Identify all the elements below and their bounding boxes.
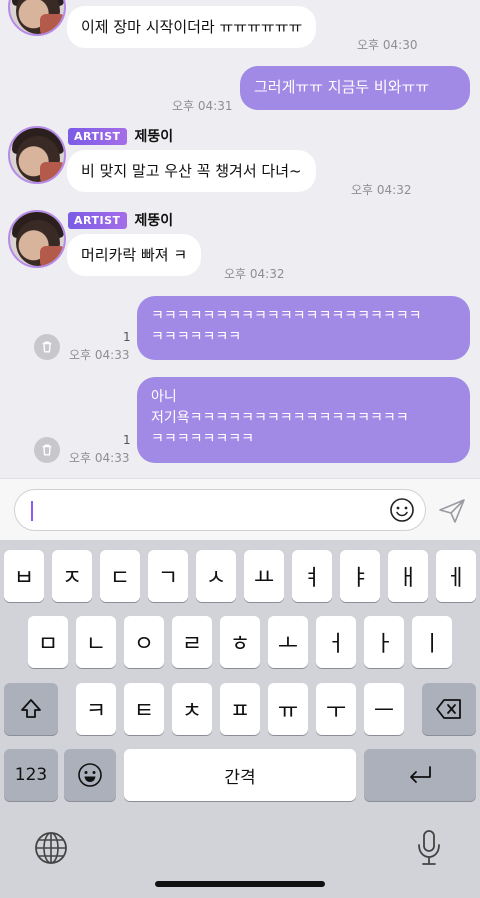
key[interactable]: ㅋ bbox=[76, 683, 116, 735]
key[interactable]: ㅁ bbox=[28, 616, 68, 668]
artist-avatar[interactable] bbox=[8, 126, 66, 184]
artist-avatar[interactable] bbox=[8, 210, 66, 268]
artist-badge: ARTIST bbox=[68, 127, 127, 145]
return-key[interactable] bbox=[364, 749, 476, 801]
key[interactable]: ㅕ bbox=[292, 550, 332, 602]
key[interactable]: ㄱ bbox=[148, 550, 188, 602]
incoming-message[interactable]: 이제 장마 시작이더라 ㅠㅠㅠㅠㅠㅠ bbox=[67, 6, 317, 48]
emoji-icon[interactable] bbox=[389, 497, 415, 523]
incoming-message[interactable]: 비 맞지 말고 우산 꼭 챙겨서 다녀~ bbox=[67, 150, 316, 192]
microphone-icon[interactable] bbox=[414, 828, 444, 868]
chat-area[interactable]: 이제 장마 시작이더라 ㅠㅠㅠㅠㅠㅠ 오후 04:30 오후 04:31 그러게… bbox=[0, 0, 480, 478]
artist-name: 제뚱이 bbox=[134, 129, 174, 145]
text-caret bbox=[31, 501, 33, 521]
key[interactable]: ㅠ bbox=[268, 683, 308, 735]
key[interactable]: ㅜ bbox=[316, 683, 356, 735]
key[interactable]: ㅡ bbox=[364, 683, 404, 735]
backspace-key[interactable] bbox=[422, 683, 476, 735]
key[interactable]: ㅑ bbox=[340, 550, 380, 602]
message-time: 오후 04:33 bbox=[69, 451, 130, 465]
incoming-message[interactable]: 머리카락 빠져 ㅋ bbox=[67, 234, 202, 276]
key[interactable]: ㅏ bbox=[364, 616, 404, 668]
key[interactable]: ㅂ bbox=[4, 550, 44, 602]
artist-avatar[interactable] bbox=[8, 0, 66, 36]
home-indicator bbox=[155, 881, 325, 887]
message-input[interactable] bbox=[14, 489, 426, 531]
key[interactable]: ㅎ bbox=[220, 616, 260, 668]
key[interactable]: ㅓ bbox=[316, 616, 356, 668]
key[interactable]: ㄴ bbox=[76, 616, 116, 668]
unread-count: 1 bbox=[123, 330, 131, 344]
artist-name: 제뚱이 bbox=[134, 213, 174, 229]
emoji-icon bbox=[78, 763, 102, 787]
message-time: 오후 04:32 bbox=[351, 183, 412, 197]
numbers-key[interactable]: 123 bbox=[4, 749, 58, 801]
key[interactable]: ㅣ bbox=[412, 616, 452, 668]
key[interactable]: ㅈ bbox=[52, 550, 92, 602]
globe-icon[interactable] bbox=[33, 830, 69, 866]
trash-icon[interactable] bbox=[34, 437, 60, 463]
key[interactable]: ㅇ bbox=[124, 616, 164, 668]
key[interactable]: ㅗ bbox=[268, 616, 308, 668]
key[interactable]: ㅛ bbox=[244, 550, 284, 602]
keyboard: ㅂ ㅈ ㄷ ㄱ ㅅ ㅛ ㅕ ㅑ ㅐ ㅔ ㅁ ㄴ ㅇ ㄹ ㅎ ㅗ ㅓ ㅏ ㅣ ㅋ … bbox=[0, 540, 480, 898]
return-icon bbox=[410, 766, 431, 783]
artist-badge: ARTIST bbox=[68, 211, 127, 229]
key[interactable]: ㄹ bbox=[172, 616, 212, 668]
outgoing-message[interactable]: 아니 저기욕ㅋㅋㅋㅋㅋㅋㅋㅋㅋㅋㅋㅋㅋㅋㅋㅋㅋ ㅋㅋㅋㅋㅋㅋㅋㅋ bbox=[137, 377, 470, 463]
key[interactable]: ㅐ bbox=[388, 550, 428, 602]
trash-icon[interactable] bbox=[34, 334, 60, 360]
key[interactable]: ㅅ bbox=[196, 550, 236, 602]
message-time: 오후 04:31 bbox=[172, 99, 233, 113]
unread-count: 1 bbox=[123, 433, 131, 447]
emoji-key[interactable] bbox=[64, 749, 116, 801]
key[interactable]: ㅔ bbox=[436, 550, 476, 602]
key[interactable]: ㅍ bbox=[220, 683, 260, 735]
message-input-bar bbox=[0, 478, 480, 540]
key[interactable]: ㄷ bbox=[100, 550, 140, 602]
message-time: 오후 04:33 bbox=[69, 348, 130, 362]
shift-icon bbox=[21, 699, 41, 718]
outgoing-message[interactable]: 그러게ㅠㅠ 지금두 비와ㅠㅠ bbox=[240, 66, 470, 110]
backspace-icon bbox=[436, 699, 461, 719]
outgoing-message[interactable]: ㅋㅋㅋㅋㅋㅋㅋㅋㅋㅋㅋㅋㅋㅋㅋㅋㅋㅋㅋㅋㅋ ㅋㅋㅋㅋㅋㅋㅋ bbox=[137, 296, 470, 360]
key[interactable]: ㅌ bbox=[124, 683, 164, 735]
key[interactable]: ㅊ bbox=[172, 683, 212, 735]
message-time: 오후 04:32 bbox=[224, 267, 285, 281]
message-time: 오후 04:30 bbox=[357, 38, 418, 52]
shift-key[interactable] bbox=[4, 683, 58, 735]
send-icon[interactable] bbox=[438, 498, 466, 524]
space-key[interactable]: 간격 bbox=[124, 749, 356, 801]
